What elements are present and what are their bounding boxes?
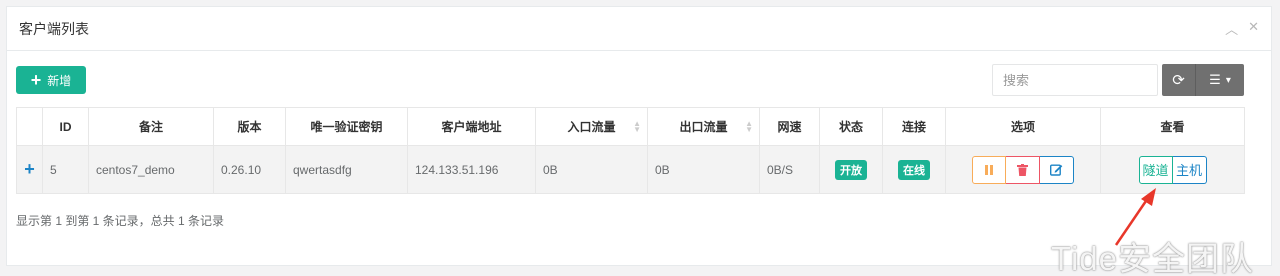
- view-button-group: 隧道 主机: [1138, 155, 1207, 184]
- pagination-info: 显示第 1 到第 1 条记录，总共 1 条记录: [16, 214, 225, 228]
- chevron-up-icon[interactable]: ︿: [1225, 19, 1238, 38]
- cell-id: 5: [42, 145, 89, 194]
- pause-icon: [985, 164, 993, 175]
- caret-down-icon: ▾: [1225, 74, 1231, 86]
- cell-in-flow: 0B: [535, 145, 648, 194]
- connection-badge: 在线: [898, 159, 930, 180]
- col-options: 选项: [945, 107, 1101, 146]
- col-expand: [16, 107, 43, 146]
- col-in-flow-wrap[interactable]: 入口流量 ▲ ▼: [535, 107, 648, 146]
- sort-icon: ▲ ▼: [633, 119, 641, 134]
- cell-remark: centos7_demo: [88, 145, 214, 194]
- col-view: 查看: [1100, 107, 1245, 146]
- col-connection: 连接: [882, 107, 946, 146]
- status-badge: 开放: [835, 159, 867, 180]
- col-id[interactable]: ID: [42, 107, 89, 146]
- table-tools: ⟳ ☰ ▾: [1162, 64, 1244, 96]
- tunnel-button[interactable]: 隧道: [1138, 155, 1173, 184]
- delete-button[interactable]: [1006, 155, 1040, 184]
- col-status: 状态: [819, 107, 883, 146]
- refresh-icon: ⟳: [1172, 72, 1185, 89]
- host-button[interactable]: 主机: [1172, 155, 1207, 184]
- close-icon[interactable]: ✕: [1248, 19, 1259, 38]
- col-in-flow: 入口流量: [567, 120, 616, 134]
- expand-row-icon[interactable]: +: [16, 145, 43, 194]
- columns-toggle-button[interactable]: ☰ ▾: [1196, 64, 1244, 96]
- col-version: 版本: [213, 107, 286, 146]
- add-button[interactable]: + 新增: [16, 66, 86, 94]
- cell-options: [945, 145, 1101, 194]
- options-button-group: [972, 155, 1074, 184]
- search-input[interactable]: [992, 64, 1158, 96]
- cell-connection: 在线: [882, 145, 946, 194]
- cell-key: qwertasdfg: [285, 145, 408, 194]
- edit-button[interactable]: [1040, 155, 1074, 184]
- trash-icon: [1017, 163, 1028, 176]
- panel-header: 客户端列表 ︿ ✕: [7, 7, 1271, 51]
- col-speed: 网速: [759, 107, 820, 146]
- panel-tools: ︿ ✕: [1225, 19, 1259, 38]
- col-out-flow: 出口流量: [679, 120, 728, 134]
- cell-address: 124.133.51.196: [407, 145, 536, 194]
- list-icon: ☰: [1209, 72, 1221, 87]
- pause-button[interactable]: [972, 155, 1006, 184]
- table-row: + 5 centos7_demo 0.26.10 qwertasdfg 124.…: [16, 145, 1245, 194]
- refresh-button[interactable]: ⟳: [1162, 64, 1196, 96]
- plus-icon: +: [30, 70, 42, 90]
- cell-version: 0.26.10: [213, 145, 286, 194]
- client-table: ID 备注 版本 唯一验证密钥 客户端地址 入口流量 ▲ ▼ 出口流量 ▲ ▼ 网速…: [16, 107, 1245, 194]
- col-out-flow-wrap[interactable]: 出口流量 ▲ ▼: [647, 107, 760, 146]
- cell-status: 开放: [819, 145, 883, 194]
- panel-title: 客户端列表: [19, 20, 89, 37]
- add-button-label: 新增: [47, 73, 72, 88]
- edit-icon: [1050, 164, 1063, 176]
- sort-icon: ▲ ▼: [745, 119, 753, 134]
- cell-speed: 0B/S: [759, 145, 820, 194]
- watermark: Tide安全团队: [1051, 240, 1254, 276]
- col-address: 客户端地址: [407, 107, 536, 146]
- cell-view: 隧道 主机: [1100, 145, 1245, 194]
- col-key: 唯一验证密钥: [285, 107, 408, 146]
- table-header-row: ID 备注 版本 唯一验证密钥 客户端地址 入口流量 ▲ ▼ 出口流量 ▲ ▼ 网速…: [16, 107, 1245, 146]
- cell-out-flow: 0B: [647, 145, 760, 194]
- col-remark: 备注: [88, 107, 214, 146]
